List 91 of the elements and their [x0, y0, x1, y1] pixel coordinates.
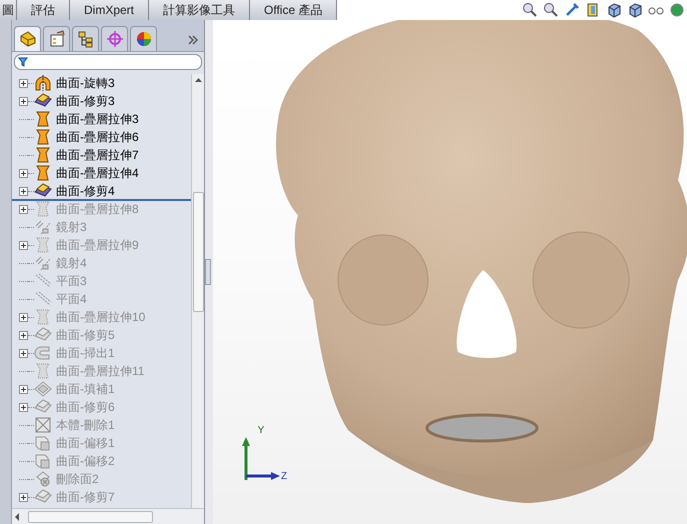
fill-surface-icon: [34, 381, 52, 397]
tree-item-label[interactable]: 曲面-偏移1: [56, 435, 115, 451]
expand-toggle[interactable]: [18, 348, 28, 358]
command-tab[interactable]: 評估: [17, 0, 70, 20]
filter-icon: [18, 57, 28, 67]
scrollbar-thumb[interactable]: [28, 510, 153, 522]
feature-tree-icon: [18, 30, 36, 48]
property-sheet-icon: [48, 30, 66, 48]
mirror-feature-icon: [34, 255, 52, 271]
tree-item-label[interactable]: 曲面-修剪3: [56, 93, 115, 109]
loft-surface-icon: [34, 309, 52, 325]
more-tabs-icon[interactable]: [188, 35, 198, 45]
loft-surface-icon: [34, 111, 52, 127]
loft-surface-icon: [34, 363, 52, 379]
zoom-fit-icon[interactable]: [522, 2, 538, 18]
loft-surface-icon: [34, 147, 52, 163]
tree-item-label[interactable]: 曲面-疊層拉伸4: [56, 165, 139, 181]
revolve-feature-icon: [34, 75, 52, 91]
tree-item-label[interactable]: 曲面-修剪5: [56, 327, 115, 343]
plane-icon: [34, 291, 52, 307]
expand-toggle[interactable]: [18, 312, 28, 322]
scrollbar-thumb[interactable]: [192, 192, 204, 312]
trim-surface-icon: [34, 489, 52, 505]
tree-item-label[interactable]: 曲面-疊層拉伸8: [56, 201, 139, 217]
panel-splitter-handle[interactable]: [205, 259, 211, 285]
panel-tab[interactable]: [130, 26, 157, 51]
delete-face-icon: [34, 471, 52, 487]
tree-item-label[interactable]: 平面3: [56, 273, 87, 289]
tree-item-label[interactable]: 鏡射3: [56, 219, 87, 235]
tree-item-label[interactable]: 刪除面2: [56, 471, 99, 487]
tree-item-label[interactable]: 曲面-疊層拉伸3: [56, 111, 139, 127]
horizontal-scrollbar[interactable]: [12, 508, 204, 524]
tree-item-label[interactable]: 曲面-疊層拉伸7: [56, 147, 139, 163]
tree-item-label[interactable]: 曲面-疊層拉伸11: [56, 363, 144, 379]
expand-toggle[interactable]: [18, 78, 28, 88]
expand-toggle[interactable]: [18, 402, 28, 412]
vertical-scrollbar[interactable]: [191, 74, 204, 508]
command-tab[interactable]: DimXpert: [70, 0, 150, 20]
trim-surface-icon: [34, 93, 52, 109]
view-orientation-icon[interactable]: [606, 2, 622, 18]
tree-item-label[interactable]: 鏡射4: [56, 255, 87, 271]
offset-surface-icon: [34, 435, 52, 451]
appearance-icon[interactable]: [669, 2, 685, 18]
expand-toggle[interactable]: [18, 186, 28, 196]
offset-surface-icon: [34, 453, 52, 469]
tree-item-label[interactable]: 本體-刪除1: [56, 417, 115, 433]
plane-icon: [34, 273, 52, 289]
tree-item-label[interactable]: 曲面-偏移2: [56, 453, 115, 469]
filter-field[interactable]: [14, 54, 202, 70]
tree-item-label[interactable]: 平面4: [56, 291, 87, 307]
display-style-icon[interactable]: [627, 2, 643, 18]
expand-toggle[interactable]: [18, 168, 28, 178]
tree-item-label[interactable]: 曲面-掃出1: [56, 345, 115, 361]
tree-item-label[interactable]: 曲面-修剪7: [56, 489, 115, 505]
loft-surface-icon: [34, 237, 52, 253]
3d-viewport[interactable]: Y Z: [213, 20, 687, 524]
expand-toggle[interactable]: [18, 240, 28, 250]
tree-item-label[interactable]: 曲面-修剪6: [56, 399, 115, 415]
tree-item-label[interactable]: 曲面-疊層拉伸6: [56, 129, 139, 145]
loft-surface-icon: [34, 201, 52, 217]
panel-tab[interactable]: [14, 26, 41, 51]
tree-item-label[interactable]: 曲面-疊層拉伸10: [56, 309, 146, 325]
trim-surface-icon: [34, 183, 52, 199]
trim-surface-icon: [34, 327, 52, 343]
zoom-area-icon[interactable]: [543, 2, 559, 18]
crosshair-icon: [106, 30, 124, 48]
command-tab[interactable]: 圖: [0, 0, 17, 20]
loft-surface-icon: [34, 129, 52, 145]
triad-axes-drawing: [241, 436, 281, 480]
expand-toggle[interactable]: [18, 330, 28, 340]
sweep-surface-icon: [34, 345, 52, 361]
expand-toggle[interactable]: [18, 96, 28, 106]
tree-item-label[interactable]: 曲面-填補1: [56, 381, 115, 397]
panel-tab[interactable]: [72, 26, 99, 51]
configuration-icon: [76, 30, 94, 48]
mirror-feature-icon: [34, 219, 52, 235]
expand-toggle[interactable]: [18, 384, 28, 394]
color-ball-icon: [134, 30, 152, 48]
tree-item-label[interactable]: 曲面-旋轉3: [56, 75, 115, 91]
tree-item-label[interactable]: 曲面-修剪4: [56, 183, 115, 199]
scroll-left-icon[interactable]: [14, 512, 20, 520]
tree-item-label[interactable]: 曲面-疊層拉伸9: [56, 237, 139, 253]
axis-label: Z: [281, 472, 288, 482]
expand-toggle[interactable]: [18, 204, 28, 214]
panel-tab[interactable]: [43, 26, 70, 51]
axis-label: Y: [258, 426, 264, 436]
loft-surface-icon: [34, 165, 52, 181]
command-tab[interactable]: Office 產品: [250, 0, 338, 20]
trim-surface-icon: [34, 399, 52, 415]
expand-toggle[interactable]: [18, 492, 28, 502]
command-tab[interactable]: 計算影像工具: [149, 0, 250, 20]
